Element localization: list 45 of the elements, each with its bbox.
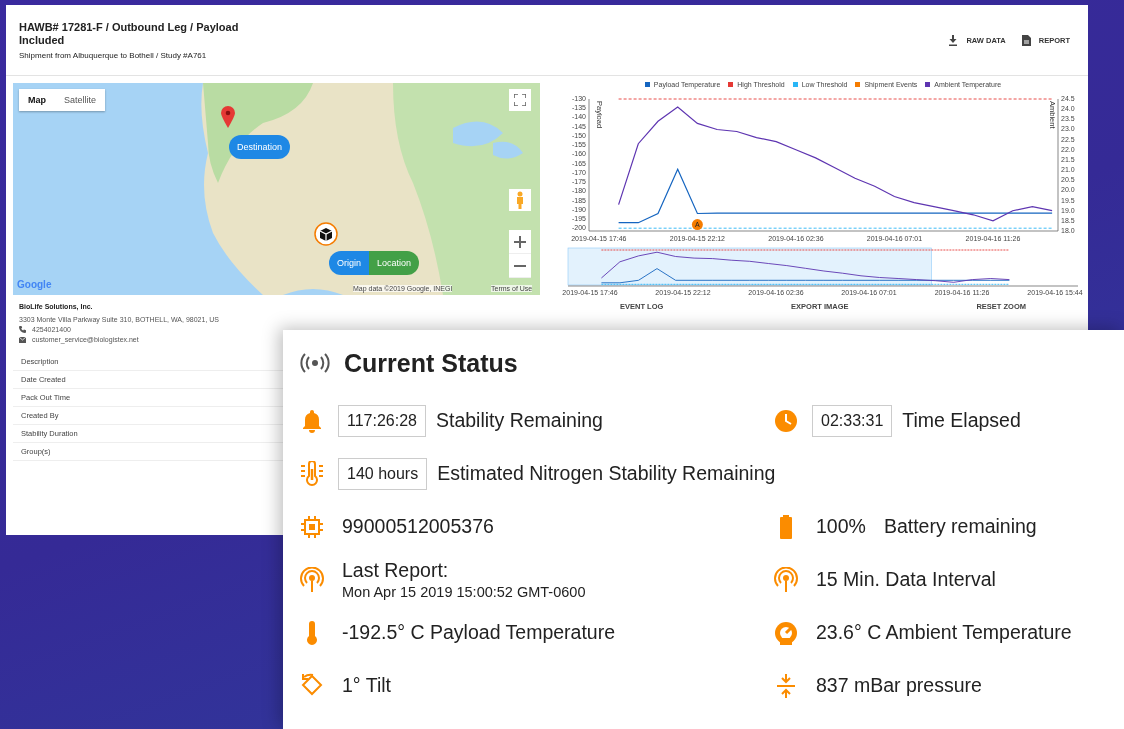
status-label: 99000512005376: [342, 515, 494, 538]
fullscreen-icon: [514, 94, 526, 106]
download-icon: [948, 34, 959, 46]
chip-icon: [300, 513, 324, 540]
email-icon: [19, 336, 26, 343]
time-field: 140 hours: [338, 457, 428, 490]
map-pin-icon[interactable]: [221, 106, 235, 128]
status-label: 837 mBar pressure: [816, 674, 982, 697]
map-type-tab[interactable]: Satellite: [55, 89, 106, 111]
status-label: Time Elapsed: [902, 409, 1021, 432]
shipment-subtitle: Shipment from Albuquerque to Bothell / Study #A761: [19, 50, 208, 60]
map-logo: Google: [17, 279, 52, 290]
time-field: 117:26:28: [338, 404, 426, 437]
signal-icon: [774, 566, 798, 593]
shipment-title: HAWB# 17281-F / Outbound Leg / Payload Included: [19, 20, 240, 47]
signal-icon: [300, 566, 324, 593]
broadcast-icon: [300, 353, 330, 373]
zoom-in-button[interactable]: [509, 230, 531, 254]
status-title: Current Status: [344, 348, 518, 378]
zoom-out-button[interactable]: [509, 254, 531, 278]
status-label: 1° Tilt: [342, 674, 391, 697]
plus-icon: [514, 235, 526, 248]
status-label: 23.6° C Ambient Temperature: [816, 621, 1072, 644]
status-label: 15 Min. Data Interval: [816, 568, 996, 591]
phone-icon: [19, 326, 26, 333]
time-field: 02:33:31: [812, 404, 893, 437]
status-label: Estimated Nitrogen Stability Remaining: [437, 462, 776, 485]
report-time: Mon Apr 15 2019 15:00:52 GMT-0600: [342, 584, 586, 600]
map-type-tab[interactable]: Map: [19, 89, 55, 111]
status-label: -192.5° C Payload Temperature: [342, 621, 615, 644]
status-label: Stability Remaining: [436, 409, 603, 432]
status-value: 100%: [816, 515, 866, 538]
minus-icon: [514, 263, 526, 268]
status-label: Battery remaining: [883, 515, 1037, 538]
destination-label[interactable]: Destination: [229, 135, 291, 159]
thermometer-icon: [300, 460, 324, 487]
fullscreen-button[interactable]: [509, 89, 531, 111]
package-icon[interactable]: [314, 222, 338, 246]
status-label: Last Report:: [342, 559, 450, 582]
gauge-icon: [774, 619, 798, 646]
clock-icon: [774, 407, 798, 434]
document-icon: [1021, 34, 1031, 46]
compress-icon: [774, 672, 798, 699]
origin-label[interactable]: Origin: [329, 251, 369, 275]
bell-icon: [300, 407, 324, 434]
